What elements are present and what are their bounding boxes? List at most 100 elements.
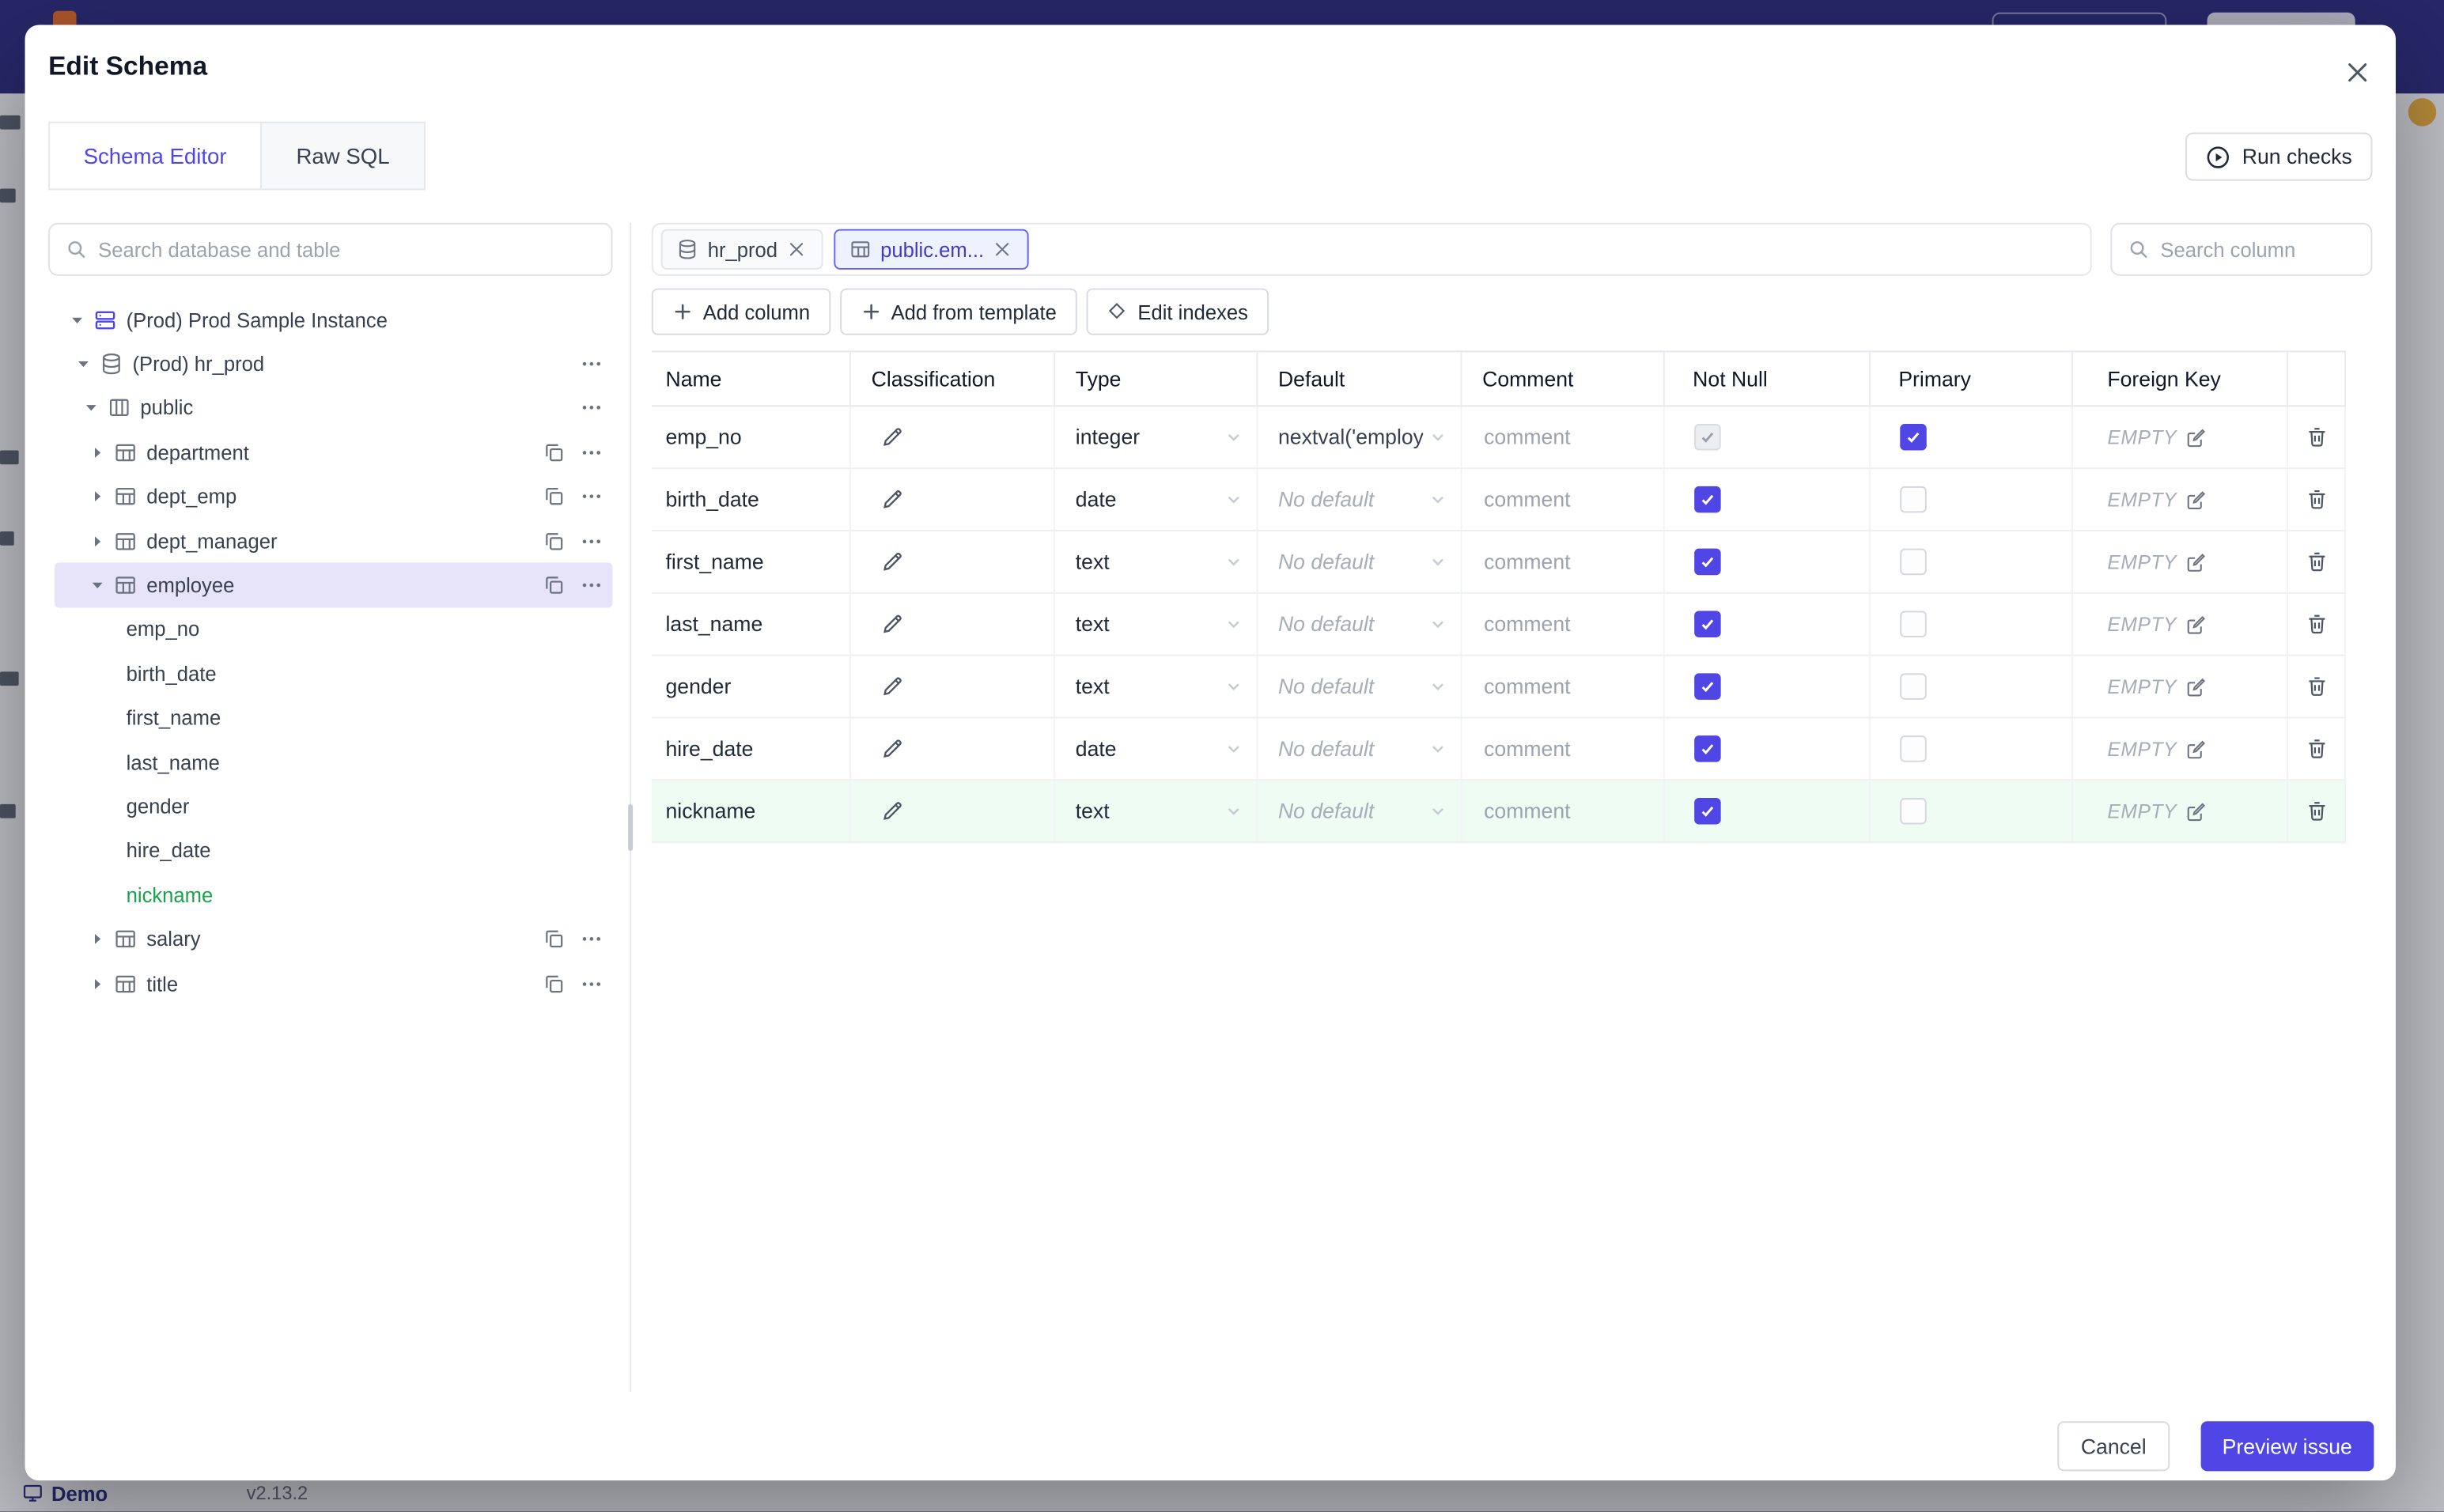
edit-foreign-key-icon[interactable]	[2185, 426, 2207, 448]
primary-checkbox[interactable]	[1900, 486, 1927, 513]
default-select[interactable]: No default	[1258, 531, 1462, 592]
type-select[interactable]: integer	[1055, 406, 1258, 468]
delete-column-icon[interactable]	[2305, 612, 2329, 636]
tree-item-column-nickname[interactable]: nickname	[55, 873, 613, 917]
edit-classification-icon[interactable]	[880, 737, 904, 761]
primary-checkbox[interactable]	[1900, 797, 1927, 825]
edit-classification-icon[interactable]	[880, 612, 904, 636]
close-chip-icon[interactable]	[787, 240, 808, 260]
default-select[interactable]: No default	[1258, 718, 1462, 780]
primary-checkbox[interactable]	[1900, 424, 1927, 451]
add-from-template-button[interactable]: Add from template	[839, 288, 1077, 335]
copy-icon[interactable]	[543, 440, 566, 464]
comment-input[interactable]	[1462, 737, 1663, 761]
comment-input[interactable]	[1462, 675, 1663, 698]
close-chip-icon[interactable]	[993, 240, 1014, 260]
close-icon[interactable]	[2338, 53, 2375, 90]
caret-right-icon[interactable]	[87, 531, 108, 551]
column-name-cell[interactable]: last_name	[652, 593, 852, 655]
more-menu-icon[interactable]	[580, 440, 603, 464]
default-select[interactable]: No default	[1258, 469, 1462, 531]
column-search-input[interactable]	[2160, 237, 2355, 262]
column-name-cell[interactable]: nickname	[652, 781, 852, 842]
tree-item-column-emp-no[interactable]: emp_no	[55, 607, 613, 652]
caret-down-icon[interactable]	[81, 398, 101, 418]
tab-raw-sql[interactable]: Raw SQL	[260, 121, 426, 191]
default-select[interactable]: nextval('employ	[1258, 406, 1462, 468]
comment-input[interactable]	[1462, 550, 1663, 574]
add-column-button[interactable]: Add column	[651, 288, 830, 335]
edit-indexes-button[interactable]: Edit indexes	[1086, 288, 1269, 335]
tree-item-column-hire-date[interactable]: hire_date	[55, 829, 613, 873]
copy-icon[interactable]	[543, 972, 566, 996]
type-select[interactable]: text	[1055, 593, 1258, 655]
column-name-cell[interactable]: emp_no	[652, 406, 852, 468]
primary-checkbox[interactable]	[1900, 610, 1927, 638]
delete-column-icon[interactable]	[2305, 550, 2329, 574]
column-name-cell[interactable]: hire_date	[652, 718, 852, 780]
comment-input[interactable]	[1462, 612, 1663, 637]
edit-foreign-key-icon[interactable]	[2185, 489, 2207, 511]
type-select[interactable]: text	[1055, 656, 1258, 717]
comment-input[interactable]	[1462, 799, 1663, 823]
tree-item-table-employee[interactable]: employee	[54, 563, 613, 608]
tab-schema-editor[interactable]: Schema Editor	[48, 121, 263, 191]
cancel-button[interactable]: Cancel	[2057, 1421, 2170, 1472]
tree-item-table-dept-manager[interactable]: dept_manager	[55, 519, 613, 563]
caret-down-icon[interactable]	[87, 575, 108, 595]
type-select[interactable]: date	[1055, 718, 1258, 780]
tree-item-column-first-name[interactable]: first_name	[55, 696, 613, 740]
tree-item-instance[interactable]: (Prod) Prod Sample Instance	[55, 297, 613, 342]
more-menu-icon[interactable]	[580, 353, 603, 376]
primary-checkbox[interactable]	[1900, 548, 1927, 576]
column-name-cell[interactable]: first_name	[652, 531, 852, 592]
tree-item-table-title[interactable]: title	[55, 962, 613, 1006]
type-select[interactable]: date	[1055, 469, 1258, 531]
edit-classification-icon[interactable]	[880, 675, 904, 698]
not-null-checkbox[interactable]	[1694, 735, 1721, 762]
not-null-checkbox[interactable]	[1694, 486, 1721, 513]
more-menu-icon[interactable]	[580, 529, 603, 553]
default-select[interactable]: No default	[1258, 656, 1462, 717]
not-null-checkbox[interactable]	[1694, 610, 1721, 638]
caret-down-icon[interactable]	[67, 310, 88, 331]
type-select[interactable]: text	[1055, 531, 1258, 592]
copy-icon[interactable]	[543, 928, 566, 951]
primary-checkbox[interactable]	[1900, 735, 1927, 762]
preview-issue-button[interactable]: Preview issue	[2200, 1421, 2374, 1472]
chip-database-hr-prod[interactable]: hr_prod	[660, 229, 823, 270]
tree-item-table-department[interactable]: department	[55, 430, 613, 474]
delete-column-icon[interactable]	[2305, 425, 2329, 449]
comment-input[interactable]	[1462, 425, 1663, 449]
edit-classification-icon[interactable]	[880, 799, 904, 823]
tree-item-schema-public[interactable]: public	[55, 386, 613, 430]
edit-foreign-key-icon[interactable]	[2185, 738, 2207, 760]
tree-item-table-salary[interactable]: salary	[55, 917, 613, 962]
edit-foreign-key-icon[interactable]	[2185, 613, 2207, 635]
more-menu-icon[interactable]	[580, 928, 603, 951]
edit-classification-icon[interactable]	[880, 425, 904, 449]
edit-foreign-key-icon[interactable]	[2185, 675, 2207, 697]
type-select[interactable]: text	[1055, 781, 1258, 842]
caret-right-icon[interactable]	[87, 973, 108, 994]
delete-column-icon[interactable]	[2305, 799, 2329, 823]
tree-item-table-dept-emp[interactable]: dept_emp	[55, 474, 613, 519]
more-menu-icon[interactable]	[580, 396, 603, 420]
delete-column-icon[interactable]	[2305, 488, 2329, 512]
tree-item-database[interactable]: (Prod) hr_prod	[55, 342, 613, 386]
tree-item-column-gender[interactable]: gender	[55, 784, 613, 829]
not-null-checkbox[interactable]	[1694, 673, 1721, 700]
column-name-cell[interactable]: birth_date	[652, 469, 852, 531]
edit-foreign-key-icon[interactable]	[2185, 551, 2207, 573]
edit-classification-icon[interactable]	[880, 488, 904, 512]
caret-down-icon[interactable]	[74, 354, 94, 375]
more-menu-icon[interactable]	[580, 972, 603, 996]
tree-item-column-birth-date[interactable]: birth_date	[55, 652, 613, 696]
default-select[interactable]: No default	[1258, 593, 1462, 655]
caret-right-icon[interactable]	[87, 486, 108, 507]
default-select[interactable]: No default	[1258, 781, 1462, 842]
copy-icon[interactable]	[543, 529, 566, 553]
tree-search-input[interactable]	[98, 237, 596, 262]
not-null-checkbox[interactable]	[1694, 548, 1721, 576]
tree-item-column-last-name[interactable]: last_name	[55, 740, 613, 784]
